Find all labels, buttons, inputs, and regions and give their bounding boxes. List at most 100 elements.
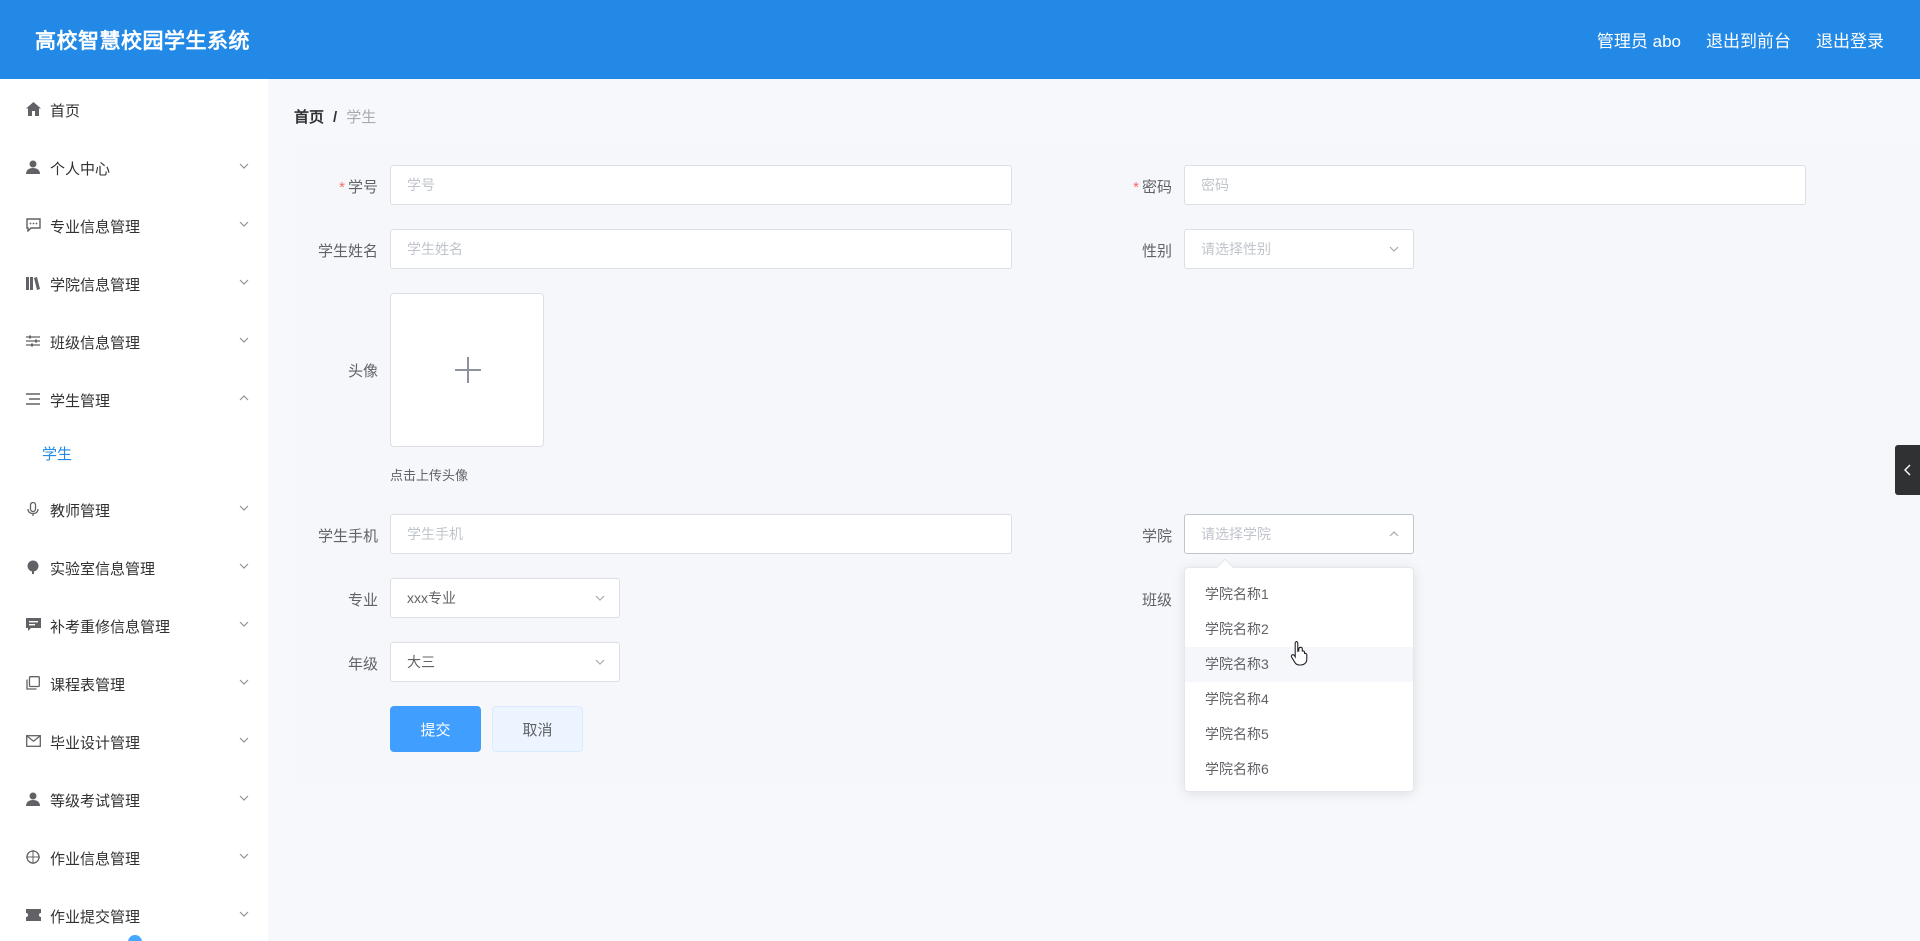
college-option[interactable]: 学院名称6 — [1185, 752, 1413, 787]
sidebar-item-makeup-exam-info[interactable]: 补考重修信息管理 — [0, 607, 268, 643]
chevron-down-icon — [239, 279, 249, 285]
sidebar-item-label: 补考重修信息管理 — [50, 619, 171, 636]
gender-label: 性别 — [1141, 243, 1172, 260]
home-icon — [25, 101, 41, 117]
sidebar-item-major-info[interactable]: 专业信息管理 — [0, 207, 268, 243]
copy-icon — [25, 675, 41, 691]
sidebar-item-home[interactable]: 首页 — [0, 91, 268, 127]
sidebar-item-college-info[interactable]: 学院信息管理 — [0, 265, 268, 301]
sidebar-item-lab-info[interactable]: 实验室信息管理 — [0, 549, 268, 585]
chevron-down-icon — [239, 853, 249, 859]
microphone-icon — [25, 501, 41, 517]
sidebar-item-label: 学生管理 — [50, 393, 111, 410]
chevron-left-icon — [1903, 464, 1910, 476]
chevron-down-icon — [239, 163, 249, 169]
sidebar-item-label: 作业信息管理 — [50, 851, 141, 868]
sidebar-item-teacher-management[interactable]: 教师管理 — [0, 491, 268, 527]
sidebar-item-homework-submit[interactable]: 作业提交管理 — [0, 897, 268, 933]
college-option[interactable]: 学院名称1 — [1185, 577, 1413, 612]
submit-button[interactable]: 提交 — [390, 706, 481, 752]
college-dropdown: 学院名称1 学院名称2 学院名称3 学院名称4 学院名称5 学院名称6 — [1184, 558, 1414, 792]
sidebar-item-graduation-design[interactable]: 毕业设计管理 — [0, 723, 268, 759]
gender-select[interactable]: 请选择性别 — [1184, 229, 1414, 269]
top-header: 高校智慧校园学生系统 管理员 abo 退出到前台 退出登录 — [0, 0, 1920, 79]
college-option[interactable]: 学院名称5 — [1185, 717, 1413, 752]
student-name-input[interactable]: 学生姓名 — [390, 229, 1012, 269]
sidebar-item-label: 班级信息管理 — [50, 335, 141, 352]
college-option[interactable]: 学院名称4 — [1185, 682, 1413, 717]
breadcrumb-current: 学生 — [346, 109, 377, 126]
exit-to-frontend-link[interactable]: 退出到前台 — [1706, 27, 1791, 52]
password-input[interactable]: 密码 — [1184, 165, 1806, 205]
chevron-up-icon — [1389, 531, 1399, 537]
chevron-up-icon — [239, 395, 249, 401]
sidebar-item-label: 首页 — [50, 103, 81, 120]
avatar-upload-hint: 点击上传头像 — [390, 468, 469, 483]
sidebar-item-label: 作业提交管理 — [50, 909, 141, 926]
sidebar-item-student-management[interactable]: 学生管理 — [0, 381, 268, 417]
ticket-icon — [25, 907, 41, 923]
college-select[interactable]: 请选择学院 — [1184, 514, 1414, 554]
logout-link[interactable]: 退出登录 — [1816, 27, 1884, 52]
phone-input[interactable]: 学生手机 — [390, 514, 1012, 554]
grade-select-value: 大三 — [407, 654, 435, 670]
sidebar-item-timetable[interactable]: 课程表管理 — [0, 665, 268, 701]
chevron-down-icon — [239, 221, 249, 227]
sidebar-item-label: 等级考试管理 — [50, 793, 141, 810]
notification-dot — [128, 935, 142, 941]
student-no-input[interactable]: 学号 — [390, 165, 1012, 205]
sidebar-item-label: 教师管理 — [50, 503, 111, 520]
hand-pointer-icon — [1290, 640, 1308, 666]
chat-icon — [25, 217, 41, 233]
sidebar-item-class-info[interactable]: 班级信息管理 — [0, 323, 268, 359]
chevron-down-icon — [239, 505, 249, 511]
header-links: 管理员 abo 退出到前台 退出登录 — [1597, 27, 1884, 52]
side-panel-toggle[interactable] — [1895, 445, 1920, 495]
sidebar-item-label: 学院信息管理 — [50, 277, 141, 294]
mail-icon — [25, 733, 41, 749]
chevron-down-icon — [239, 679, 249, 685]
target-icon — [25, 849, 41, 865]
chevron-down-icon — [1389, 246, 1399, 252]
gender-select-placeholder: 请选择性别 — [1201, 241, 1271, 257]
chevron-down-icon — [595, 659, 605, 665]
chevron-down-icon — [239, 795, 249, 801]
breadcrumb: 首页 / 学生 — [294, 106, 376, 127]
major-select[interactable]: xxx专业 — [390, 578, 620, 618]
chevron-down-icon — [239, 737, 249, 743]
sidebar-item-label: 毕业设计管理 — [50, 735, 141, 752]
sidebar-item-level-exam[interactable]: 等级考试管理 — [0, 781, 268, 817]
sidebar-item-label: 个人中心 — [50, 161, 111, 178]
grade-select[interactable]: 大三 — [390, 642, 620, 682]
chevron-down-icon — [239, 621, 249, 627]
student-no-label: * 学号 — [339, 179, 378, 196]
sidebar-item-personal-center[interactable]: 个人中心 — [0, 149, 268, 185]
message-icon — [25, 617, 41, 633]
grade-label: 年级 — [347, 656, 378, 673]
user-icon — [25, 159, 41, 175]
chevron-down-icon — [595, 595, 605, 601]
sidebar-item-homework-info[interactable]: 作业信息管理 — [0, 839, 268, 875]
sidebar: 首页 个人中心 专业信息管理 学院信息管理 班级信息管理 学生管理 学生 教师管… — [0, 79, 268, 941]
plus-icon-vertical — [467, 357, 469, 383]
avatar-label: 头像 — [347, 363, 378, 380]
chevron-down-icon — [239, 337, 249, 343]
sidebar-subitem-student[interactable]: 学生 — [42, 443, 72, 464]
admin-user-label[interactable]: 管理员 abo — [1597, 27, 1681, 52]
avatar-upload[interactable] — [390, 293, 544, 447]
app-title: 高校智慧校园学生系统 — [35, 30, 250, 53]
sidebar-item-label: 专业信息管理 — [50, 219, 141, 236]
password-label: * 密码 — [1133, 179, 1172, 196]
breadcrumb-home[interactable]: 首页 — [294, 109, 324, 126]
cancel-button[interactable]: 取消 — [492, 706, 583, 752]
sidebar-item-label: 实验室信息管理 — [50, 561, 156, 578]
college-label: 学院 — [1141, 528, 1172, 545]
user-icon — [25, 791, 41, 807]
chevron-down-icon — [239, 563, 249, 569]
list-icon — [25, 391, 41, 407]
sidebar-item-label: 课程表管理 — [50, 677, 126, 694]
books-icon — [25, 275, 41, 291]
chevron-down-icon — [239, 911, 249, 917]
major-label: 专业 — [347, 592, 378, 609]
student-name-label: 学生姓名 — [317, 243, 378, 260]
